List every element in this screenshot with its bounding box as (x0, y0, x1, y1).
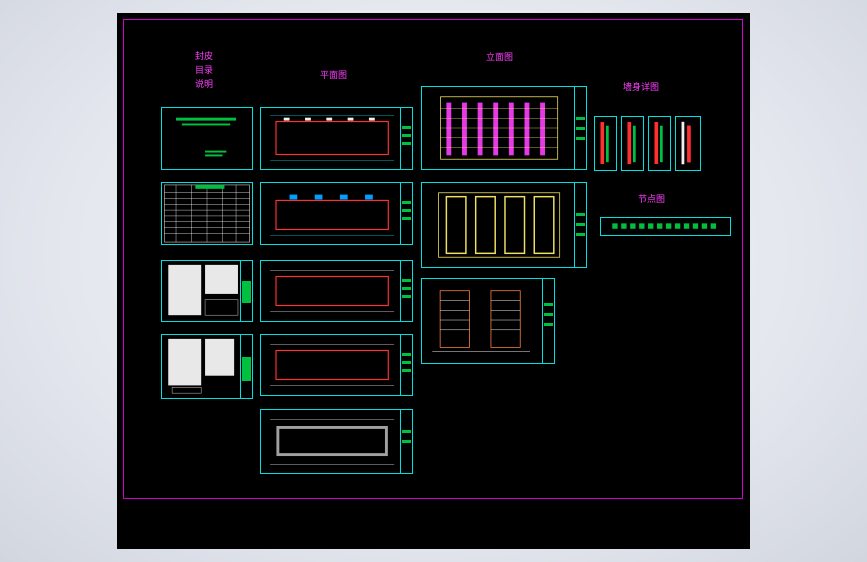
sheet-index[interactable] (161, 182, 253, 245)
wall-detail-drawing-1 (600, 122, 609, 165)
sheet-plan-2[interactable] (260, 182, 413, 245)
plan-drawing-4 (270, 344, 395, 386)
plan-drawing-2 (270, 194, 395, 236)
title-block (240, 335, 252, 398)
title-block (574, 183, 586, 267)
label-plans: 平面图 (320, 71, 348, 81)
label-cover: 封皮 (195, 52, 214, 62)
plan-drawing-1 (270, 115, 395, 161)
sheet-plan-1[interactable] (260, 107, 413, 170)
cover-drawing (176, 117, 237, 157)
title-block (400, 183, 412, 244)
sheet-elevation-2[interactable] (421, 182, 587, 268)
wall-detail-drawing-4 (681, 121, 691, 165)
notes-text-1 (168, 264, 239, 316)
notes-text-2 (168, 338, 235, 394)
sheet-section[interactable] (421, 278, 555, 364)
title-block (574, 87, 586, 169)
title-block (400, 261, 412, 321)
sheet-wall-detail-3[interactable] (648, 116, 671, 171)
index-table (164, 184, 250, 243)
elevation-drawing-1 (440, 96, 559, 160)
label-elevations: 立面图 (486, 53, 514, 63)
title-block (400, 335, 412, 395)
sheet-wall-detail-1[interactable] (594, 116, 617, 171)
sheet-plan-4[interactable] (260, 334, 413, 396)
wall-detail-drawing-3 (654, 122, 663, 165)
sheet-cover[interactable] (161, 107, 253, 170)
sheet-notes-2[interactable] (161, 334, 253, 399)
wall-detail-drawing-2 (627, 122, 636, 165)
elevation-drawing-2 (438, 192, 561, 258)
label-contents: 目录 (195, 66, 214, 76)
cad-model-space[interactable]: 封皮 目录 说明 平面图 立面图 墙身详图 节点图 (117, 13, 750, 549)
title-block (240, 261, 252, 321)
sheet-wall-detail-4[interactable] (675, 116, 701, 171)
sheet-plan-3[interactable] (260, 260, 413, 322)
section-drawing (432, 290, 530, 352)
label-notes: 说明 (195, 80, 214, 90)
title-block (400, 108, 412, 169)
sheet-node-detail[interactable] (600, 217, 731, 236)
sheet-elevation-1[interactable] (421, 86, 587, 170)
title-block (542, 279, 554, 363)
sheet-notes-1[interactable] (161, 260, 253, 322)
label-wall-details: 墙身详图 (623, 83, 660, 93)
roof-plan-drawing (270, 419, 395, 465)
sheet-wall-detail-2[interactable] (621, 116, 644, 171)
node-detail-drawing (612, 223, 717, 229)
title-block (400, 410, 412, 473)
label-node-details: 节点图 (638, 195, 666, 205)
sheet-roof-plan[interactable] (260, 409, 413, 474)
plan-drawing-3 (270, 270, 395, 312)
